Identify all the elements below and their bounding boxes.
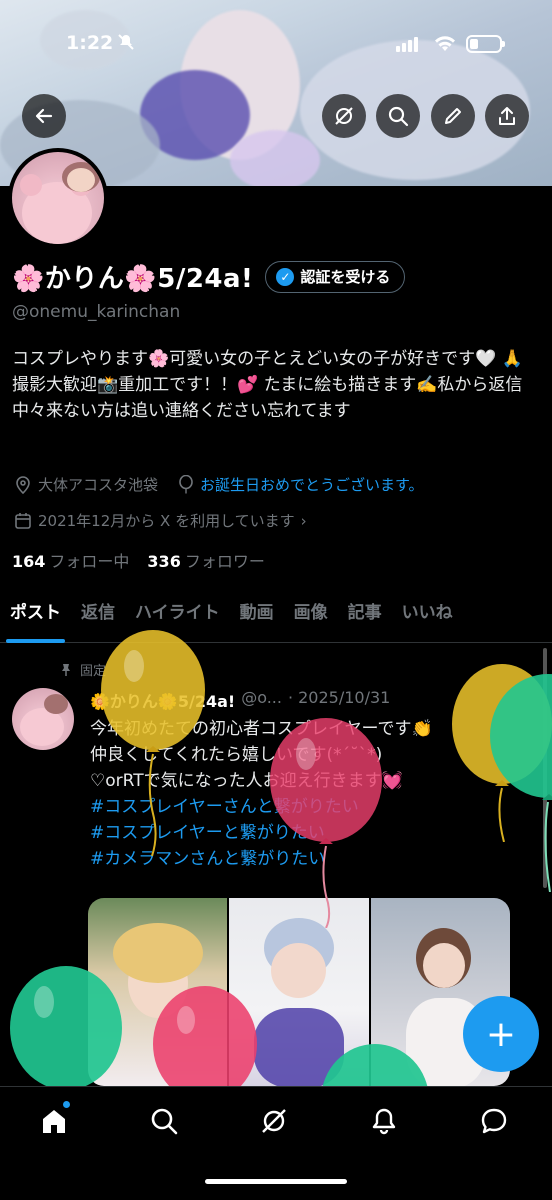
status-time: 1:22 xyxy=(66,32,114,54)
tab-likes[interactable]: いいね xyxy=(392,598,463,643)
grok-icon xyxy=(262,1109,286,1133)
back-arrow-icon xyxy=(35,108,53,124)
post-line: ♡orRTで気になった人お迎え行きます💓 xyxy=(90,771,403,791)
edit-button[interactable] xyxy=(431,94,475,138)
profile-name-row: 🌸かりん🌸5/24a! ✓ 認証を受ける xyxy=(12,258,406,295)
nav-home[interactable] xyxy=(36,1103,72,1139)
followers-link[interactable]: 336 フォロワー xyxy=(147,548,264,572)
home-icon xyxy=(43,1110,65,1133)
post-hashtag[interactable]: #カメラマンさんと繋がりたい xyxy=(90,846,530,872)
following-count: 164 xyxy=(12,552,46,571)
home-indicator xyxy=(205,1179,347,1184)
bottom-navigation xyxy=(0,1086,552,1200)
nav-search[interactable] xyxy=(146,1103,182,1139)
post-header: 🌼かりん🌼5/24a! @o... · 2025/10/31 xyxy=(90,688,390,712)
edit-pencil-icon xyxy=(445,108,461,124)
pinned-label: 固定 xyxy=(80,664,107,679)
calendar-icon xyxy=(15,512,31,529)
profile-tabs: ポスト 返信 ハイライト 動画 画像 記事 いいね xyxy=(0,598,552,643)
get-verified-label: 認証を受ける xyxy=(300,268,391,286)
status-bar: 1:22 xyxy=(0,0,552,90)
scrollbar[interactable] xyxy=(543,648,547,888)
joined-text: 2021年12月から X を利用しています xyxy=(38,512,295,530)
pin-icon xyxy=(62,663,70,676)
follow-counts: 164 フォロー中 336 フォロワー xyxy=(12,548,265,572)
messages-icon xyxy=(481,1108,507,1134)
post-line: 仲良くしてくれたら嬉しいです(*´˘`*) xyxy=(90,745,383,765)
wifi-icon xyxy=(433,34,457,56)
following-label: フォロー中 xyxy=(49,552,130,571)
compose-post-button[interactable]: + xyxy=(463,996,539,1072)
followers-count: 336 xyxy=(147,552,181,571)
grok-button[interactable] xyxy=(322,94,366,138)
cellular-signal-icon xyxy=(396,37,418,52)
profile-handle: @onemu_karinchan xyxy=(12,302,181,322)
grok-icon xyxy=(335,107,353,125)
profile-meta-location: 大体アコスタ池袋 お誕生日おめでとうございます。 xyxy=(14,474,424,495)
post-avatar[interactable] xyxy=(12,688,74,750)
birthday-link[interactable]: お誕生日おめでとうございます。 xyxy=(200,474,424,495)
battery-icon xyxy=(466,35,505,53)
nav-messages[interactable] xyxy=(476,1103,512,1139)
share-icon xyxy=(499,107,515,125)
post-author-name[interactable]: 🌼かりん🌼5/24a! xyxy=(90,688,235,712)
post-photo-1[interactable] xyxy=(88,898,228,1086)
get-verified-button[interactable]: ✓ 認証を受ける xyxy=(265,260,406,293)
profile-avatar[interactable] xyxy=(8,148,108,248)
chevron-right-icon: › xyxy=(300,511,307,530)
back-button[interactable] xyxy=(22,94,66,138)
post-body: 今年初めたての初心者コスプレイヤーです👏 仲良くしてくれたら嬉しいです(*´˘`… xyxy=(90,716,530,872)
verified-check-icon: ✓ xyxy=(276,267,295,286)
post-hashtag[interactable]: #コスプレイヤーさんと繋がりたい xyxy=(90,794,530,820)
post-photo-2[interactable] xyxy=(229,898,369,1086)
avatar-image xyxy=(12,152,104,244)
tab-replies[interactable]: 返信 xyxy=(71,598,125,643)
balloon-icon xyxy=(179,474,193,493)
followers-label: フォロワー xyxy=(184,552,265,571)
tab-videos[interactable]: 動画 xyxy=(230,598,284,643)
nav-grok[interactable] xyxy=(256,1103,292,1139)
post-author-handle[interactable]: @o... xyxy=(241,688,282,712)
following-link[interactable]: 164 フォロー中 xyxy=(12,548,129,572)
mute-bell-icon xyxy=(118,34,134,54)
profile-name: 🌸かりん🌸5/24a! xyxy=(12,264,254,294)
search-icon xyxy=(151,1108,178,1135)
post-line: 今年初めたての初心者コスプレイヤーです👏 xyxy=(90,719,433,739)
share-button[interactable] xyxy=(485,94,529,138)
pinned-indicator: 固定 xyxy=(60,660,106,679)
location-pin-icon xyxy=(16,475,30,494)
nav-notifications[interactable] xyxy=(366,1103,402,1139)
tab-photos[interactable]: 画像 xyxy=(284,598,338,643)
post-hashtag[interactable]: #コスプレイヤーと繋がりたい xyxy=(90,820,530,846)
post-date: · 2025/10/31 xyxy=(287,688,391,707)
plus-icon: + xyxy=(485,1013,517,1055)
post-media-grid xyxy=(88,898,510,1086)
search-icon xyxy=(388,106,409,127)
location-text: 大体アコスタ池袋 xyxy=(38,476,159,494)
profile-meta-joined[interactable]: 2021年12月から X を利用しています › xyxy=(14,510,307,531)
home-notification-dot xyxy=(63,1101,70,1108)
search-button[interactable] xyxy=(376,94,420,138)
tab-articles[interactable]: 記事 xyxy=(338,598,392,643)
notifications-icon xyxy=(372,1108,396,1135)
profile-bio: コスプレやります🌸可愛い女の子とえどい女の子が好きです🤍 🙏 撮影大歓迎📸重加工… xyxy=(12,349,523,421)
tab-posts[interactable]: ポスト xyxy=(0,598,71,643)
tab-highlights[interactable]: ハイライト xyxy=(125,598,230,643)
